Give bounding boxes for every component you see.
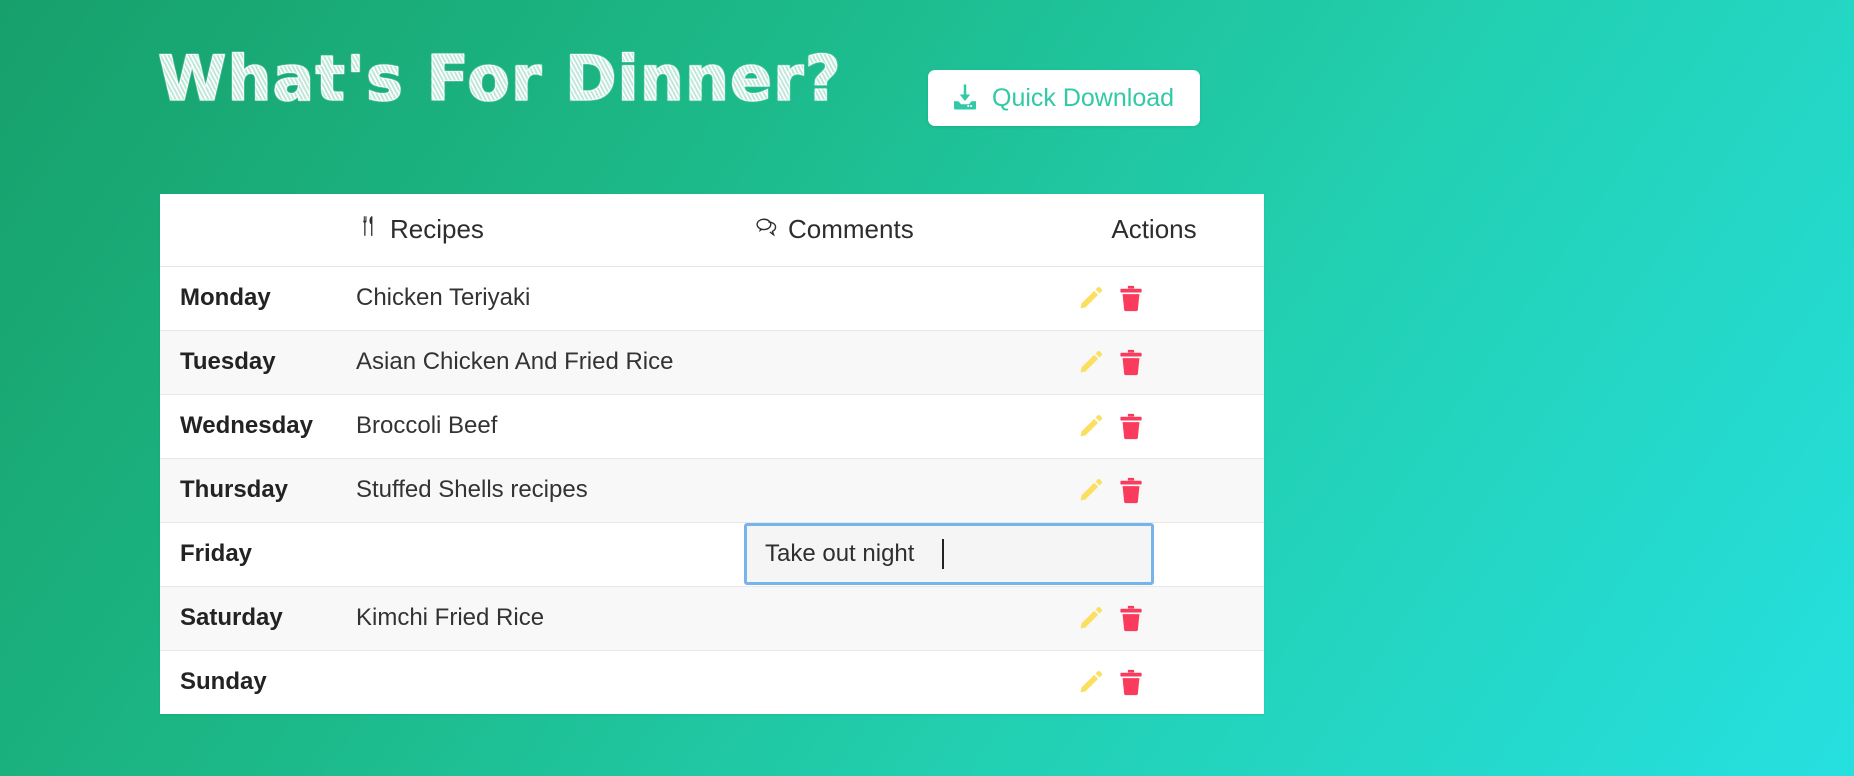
pencil-icon	[1078, 350, 1104, 378]
meal-plan-panel: Recipes Comments Actions Monday Chicken …	[160, 194, 1264, 714]
table-header: Recipes Comments Actions	[160, 194, 1264, 267]
actions-cell	[1066, 649, 1264, 714]
actions-cell	[1066, 329, 1264, 394]
pencil-icon	[1078, 414, 1104, 442]
column-header-actions-label: Actions	[1111, 214, 1197, 245]
day-label: Thursday	[160, 457, 356, 522]
quick-download-button[interactable]: Quick Download	[928, 70, 1201, 126]
column-header-recipes-label: Recipes	[390, 214, 484, 245]
pencil-icon	[1078, 606, 1104, 634]
comment-cell[interactable]	[756, 585, 1066, 650]
trash-icon	[1118, 605, 1144, 635]
trash-icon	[1118, 349, 1144, 379]
actions-cell	[1066, 457, 1264, 522]
trash-icon	[1118, 285, 1144, 315]
edit-row-button[interactable]	[1078, 669, 1104, 695]
meal-plan-table: Recipes Comments Actions Monday Chicken …	[160, 194, 1264, 714]
day-label: Saturday	[160, 585, 356, 650]
column-header-day	[160, 194, 356, 267]
pencil-icon	[1078, 286, 1104, 314]
download-tray-icon	[950, 82, 980, 115]
app-root: What's For Dinner? Quick Download Recipe…	[0, 0, 1854, 776]
edit-row-button[interactable]	[1078, 477, 1104, 503]
recipe-cell[interactable]: Chicken Teriyaki	[356, 266, 756, 330]
trash-icon	[1118, 477, 1144, 507]
recipe-cell[interactable]	[356, 521, 756, 586]
table-row: Saturday Kimchi Fried Rice	[160, 585, 1264, 650]
row-action-group	[1066, 413, 1264, 440]
comment-cell[interactable]	[744, 521, 1154, 586]
actions-cell	[1066, 266, 1264, 330]
utensils-icon	[358, 214, 382, 245]
table-row: Wednesday Broccoli Beef	[160, 393, 1264, 458]
edit-row-button[interactable]	[1078, 285, 1104, 311]
pencil-icon	[1078, 671, 1104, 698]
table-row: Tuesday Asian Chicken And Fried Rice	[160, 329, 1264, 394]
row-action-group	[1066, 605, 1264, 632]
comment-cell[interactable]	[756, 649, 1066, 714]
comment-input-wrapper	[744, 523, 1154, 585]
delete-row-button[interactable]	[1118, 477, 1144, 504]
page-header: What's For Dinner? Quick Download	[0, 0, 1854, 160]
recipe-cell[interactable]: Asian Chicken And Fried Rice	[356, 329, 756, 394]
page-title: What's For Dinner?	[158, 42, 842, 115]
comment-cell[interactable]	[756, 266, 1066, 330]
column-header-comments-label: Comments	[788, 214, 914, 245]
day-label: Sunday	[160, 649, 356, 714]
comment-cell[interactable]	[756, 329, 1066, 394]
recipe-cell[interactable]: Kimchi Fried Rice	[356, 585, 756, 650]
delete-row-button[interactable]	[1118, 605, 1144, 632]
table-row: Thursday Stuffed Shells recipes	[160, 457, 1264, 522]
table-body: Monday Chicken Teriyaki Tuesday Asian Chick…	[160, 266, 1264, 714]
actions-cell	[1066, 393, 1264, 458]
comment-cell[interactable]	[756, 393, 1066, 458]
text-cursor	[942, 539, 944, 569]
row-action-group	[1066, 349, 1264, 376]
delete-row-button[interactable]	[1118, 349, 1144, 376]
column-header-actions: Actions	[1066, 194, 1264, 267]
delete-row-button[interactable]	[1118, 285, 1144, 312]
trash-icon	[1118, 669, 1144, 699]
day-label: Friday	[160, 521, 356, 586]
recipe-cell[interactable]	[356, 649, 756, 714]
column-header-recipes: Recipes	[356, 194, 756, 267]
row-action-group	[1066, 285, 1264, 312]
trash-icon	[1118, 413, 1144, 443]
day-label: Tuesday	[160, 329, 356, 394]
comment-input[interactable]	[744, 523, 1154, 585]
table-header-row: Recipes Comments Actions	[160, 194, 1264, 267]
comments-icon	[756, 214, 780, 245]
column-header-comments: Comments	[756, 194, 1066, 267]
day-label: Monday	[180, 284, 271, 311]
edit-row-button[interactable]	[1078, 413, 1104, 439]
edit-row-button[interactable]	[1078, 605, 1104, 631]
edit-row-button[interactable]	[1078, 349, 1104, 375]
row-action-group	[1066, 669, 1264, 696]
recipe-cell[interactable]: Stuffed Shells recipes	[356, 457, 756, 522]
row-action-group	[1066, 477, 1264, 504]
recipe-cell[interactable]: Broccoli Beef	[356, 393, 756, 458]
delete-row-button[interactable]	[1118, 669, 1144, 696]
table-row: Friday	[160, 521, 1264, 586]
delete-row-button[interactable]	[1118, 413, 1144, 440]
actions-cell	[1066, 585, 1264, 650]
day-label: Wednesday	[160, 393, 356, 458]
comment-cell[interactable]	[756, 457, 1066, 522]
quick-download-label: Quick Download	[992, 83, 1175, 112]
pencil-icon	[1078, 478, 1104, 506]
table-row: Sunday	[160, 649, 1264, 714]
table-row: Monday Chicken Teriyaki	[160, 266, 1264, 330]
